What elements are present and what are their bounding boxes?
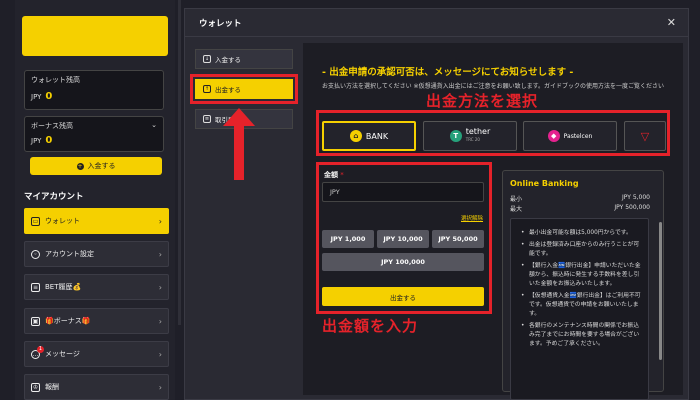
required-mark: *	[340, 171, 344, 179]
method-sub-label: TRC 20	[465, 137, 480, 142]
amount-preset-button[interactable]: JPY 10,000	[377, 230, 429, 248]
chevron-right-icon: ›	[158, 316, 162, 326]
wallet-currency: JPY	[31, 93, 42, 101]
amount-preset-button[interactable]: JPY 1,000	[322, 230, 374, 248]
account-icon: ◦	[31, 249, 40, 259]
message-icon: … 1	[31, 345, 44, 359]
wallet-balance-label: ウォレット残高	[31, 76, 80, 84]
my-account-heading: マイアカウント	[24, 192, 84, 202]
banking-info-title: Online Banking	[510, 179, 579, 188]
rule-item: 各銀行のメンテナンス時間の関係でお振込み完了までにお時間を要する場合がございます…	[521, 322, 642, 349]
sidebar-scrollbar[interactable]	[178, 0, 181, 325]
withdraw-icon: ↑	[203, 85, 211, 93]
sidebar-item-label: 報酬	[45, 383, 59, 391]
reward-icon: ♔	[31, 382, 40, 392]
method-tether[interactable]: T tether TRC 20	[423, 121, 517, 151]
max-amount-row: 最大 JPY 500,000	[510, 204, 650, 213]
tether-icon: T	[449, 130, 462, 142]
method-label: tether	[465, 127, 491, 136]
message-count-badge: 1	[37, 345, 44, 353]
tab-label: 入金する	[215, 56, 241, 64]
modal-title: ウォレット	[199, 18, 242, 29]
method-label: BANK	[365, 131, 389, 141]
sidebar-item-label: ウォレット	[45, 217, 80, 225]
bonus-balance-label: ボーナス残高	[31, 122, 73, 130]
deposit-icon: ↓	[203, 55, 211, 63]
rule-item: 【仮想通貨入金🏧銀行出金】はご利用不可です。仮想通貨での申請をお願いいたします。	[521, 292, 642, 319]
chevron-right-icon: ›	[158, 249, 162, 259]
annotation-select-method: 出金方法を選択	[426, 92, 539, 110]
gift-icon: ▣	[31, 316, 40, 326]
tron-icon: ▽	[640, 129, 650, 143]
amount-preset-button[interactable]: JPY 100,000	[322, 253, 484, 271]
sidebar-item-bonus[interactable]: ▣ 🎁ボーナス🎁 ›	[24, 308, 169, 334]
sidebar-item-account-settings[interactable]: ◦ アカウント設定 ›	[24, 241, 169, 267]
method-bank[interactable]: ⌂ BANK	[322, 121, 416, 151]
modal-header: ウォレット	[185, 9, 688, 37]
wallet-balance-card: ウォレット残高 JPY 0	[24, 70, 164, 110]
sidebar-item-wallet[interactable]: ▭ ウォレット ›	[24, 208, 169, 234]
chevron-right-icon: ›	[158, 382, 162, 392]
annotation-enter-amount: 出金額を入力	[322, 317, 419, 335]
sidebar-item-bet-history[interactable]: ≡ BET履歴💰 ›	[24, 274, 169, 300]
tab-deposit[interactable]: ↓ 入金する	[195, 49, 293, 69]
method-tron[interactable]: ▽	[624, 121, 666, 151]
sidebar-item-label: BET履歴💰	[45, 283, 82, 291]
deposit-button[interactable]: + 入金する	[30, 157, 162, 175]
sidebar-item-messages[interactable]: … 1 メッセージ ›	[24, 341, 169, 367]
wallet-icon: ▭	[31, 216, 40, 226]
amount-input[interactable]: JPY	[322, 182, 484, 202]
method-label: Pastelcen	[563, 132, 593, 140]
pastel-icon: ◆	[547, 130, 560, 142]
chevron-right-icon: ›	[158, 282, 162, 292]
bank-coin-icon: ⌂	[349, 130, 362, 142]
bonus-balance-value: 0	[45, 135, 53, 146]
history-icon: ≡	[203, 115, 211, 123]
brand-banner[interactable]	[22, 16, 168, 56]
rule-item: 出金は登録済み口座からのみ行うことが可能です。	[521, 241, 642, 259]
bet-icon: ≡	[31, 282, 40, 292]
rule-item: 最小出金可能な額は5,000円からです。	[521, 229, 642, 238]
amount-label: 金額 *	[324, 171, 344, 179]
withdraw-rules-list: 最小出金可能な額は5,000円からです。 出金は登録済み口座からのみ行うことが可…	[510, 218, 649, 400]
rules-scrollbar[interactable]	[659, 222, 662, 360]
chevron-down-icon[interactable]: ⌄	[151, 121, 157, 131]
close-icon[interactable]: ✕	[667, 16, 676, 29]
select-cancel-link[interactable]: 選択解除	[461, 214, 483, 222]
withdraw-notice: - 出金申請の承認可否は、メッセージにてお知らせします -	[322, 67, 574, 78]
annotation-arrow-shaft	[234, 122, 244, 180]
sidebar-item-label: 🎁ボーナス🎁	[45, 317, 91, 325]
chevron-right-icon: ›	[158, 216, 162, 226]
method-pastel[interactable]: ◆ Pastelcen	[523, 121, 617, 151]
sidebar-item-rewards[interactable]: ♔ 報酬 ›	[24, 374, 169, 400]
bonus-currency: JPY	[31, 137, 42, 145]
sidebar-item-label: アカウント設定	[45, 250, 94, 258]
tab-withdraw[interactable]: ↑ 出金する	[190, 74, 298, 104]
tab-label: 出金する	[215, 86, 241, 94]
chevron-right-icon: ›	[158, 349, 162, 359]
min-amount-row: 最小 JPY 5,000	[510, 194, 650, 203]
rule-item: 【銀行入金🏧銀行出金】申請いただいた金額から、振込時に発生する手数料を差し引いた…	[521, 262, 642, 289]
sidebar-item-label: メッセージ	[45, 350, 80, 358]
amount-preset-button[interactable]: JPY 50,000	[432, 230, 484, 248]
plus-icon: +	[76, 162, 84, 170]
bonus-balance-card: ボーナス残高 ⌄ JPY 0	[24, 116, 164, 152]
wallet-balance-value: 0	[45, 91, 53, 102]
withdraw-submit-button[interactable]: 出金する	[322, 287, 484, 306]
deposit-button-label: 入金する	[87, 162, 116, 170]
